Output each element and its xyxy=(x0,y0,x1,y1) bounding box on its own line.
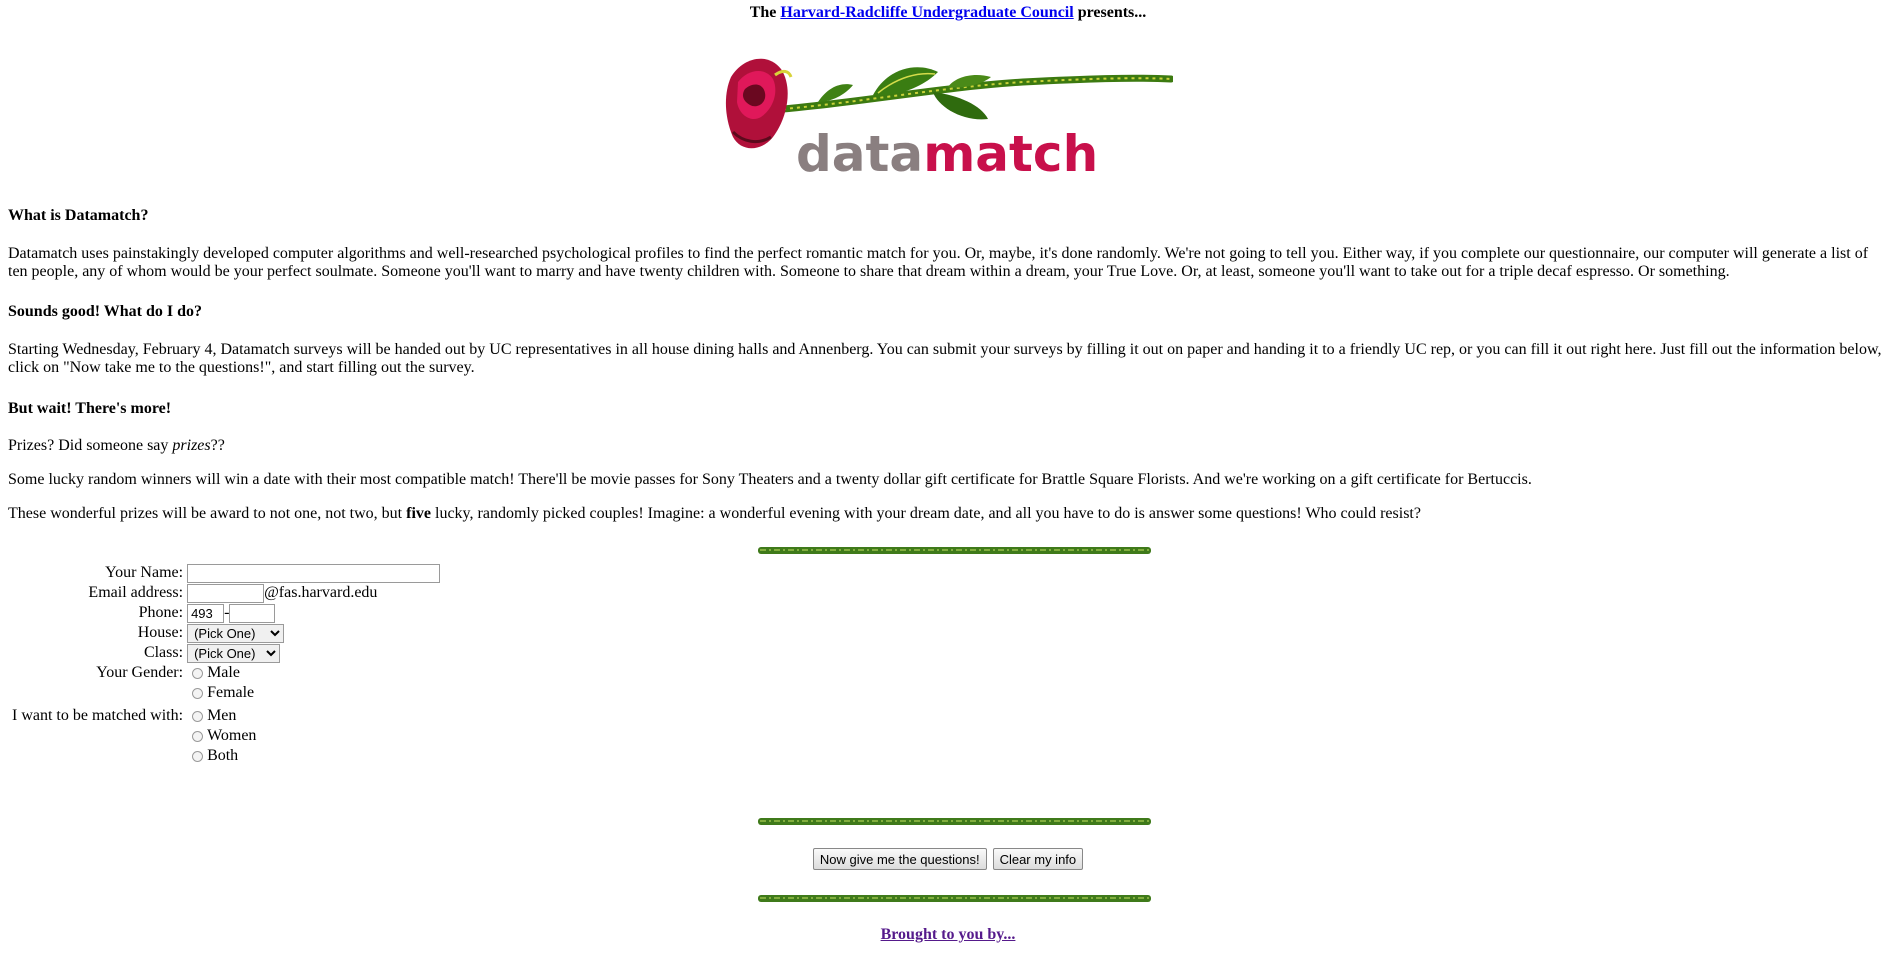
stem-divider-top xyxy=(758,547,1151,554)
intro-prefix: The xyxy=(749,4,777,21)
questions-button[interactable]: Now give me the questions! xyxy=(812,848,987,870)
profile-form: Your Name: Email address: @fas.harvard.e… xyxy=(8,563,442,766)
gender-label-male: Male xyxy=(207,664,240,681)
page: The Harvard-Radcliffe Undergraduate Coun… xyxy=(8,0,1888,943)
radio-female[interactable] xyxy=(192,687,204,699)
prizes-emphasis: prizes xyxy=(172,437,211,454)
match-label-men: Men xyxy=(207,707,237,724)
prizes-question-a: Prizes? Did someone say xyxy=(8,437,173,454)
rose-logo-icon: datamatch xyxy=(725,58,1173,182)
name-input[interactable] xyxy=(187,563,441,583)
logo-word-data: datamatch xyxy=(796,125,1098,182)
email-input[interactable] xyxy=(187,583,265,603)
class-label: Class: xyxy=(143,644,184,661)
heading-what-is: What is Datamatch? xyxy=(8,207,149,224)
form-buttons: Now give me the questions! Clear my info xyxy=(8,848,1888,870)
house-select[interactable]: (Pick One) xyxy=(187,623,285,643)
gender-label: Your Gender: xyxy=(96,664,184,681)
match-option-women[interactable]: Women xyxy=(187,726,440,746)
class-row: Class: (Pick One) xyxy=(8,643,442,663)
gender-label-female: Female xyxy=(207,684,255,701)
house-label: House: xyxy=(137,624,184,641)
match-label: I want to be matched with: xyxy=(12,707,184,724)
council-link[interactable]: Harvard-Radcliffe Undergraduate Council xyxy=(780,4,1073,21)
radio-women[interactable] xyxy=(192,730,204,742)
prizes-question-b: ?? xyxy=(210,437,225,454)
radio-both[interactable] xyxy=(192,750,204,762)
gender-row: Your Gender: Male Female xyxy=(8,663,442,703)
name-label: Your Name: xyxy=(105,564,184,581)
match-row: I want to be matched with: Men Women Bot… xyxy=(8,703,442,766)
prizes-line3-c: lucky, randomly picked couples! Imagine:… xyxy=(431,505,1421,522)
footer: Brought to you by... xyxy=(8,926,1888,944)
email-row: Email address: @fas.harvard.edu xyxy=(8,583,442,603)
radio-men[interactable] xyxy=(192,710,204,722)
paragraph-what-is: Datamatch uses painstakingly developed c… xyxy=(8,245,1869,280)
prizes-five: five xyxy=(406,505,431,522)
email-label: Email address: xyxy=(88,584,184,601)
radio-male[interactable] xyxy=(192,667,204,679)
prizes-five-couples: These wonderful prizes will be award to … xyxy=(8,505,1888,523)
paragraph-what-do: Starting Wednesday, February 4, Datamatc… xyxy=(8,341,1882,376)
phone-prefix-input[interactable] xyxy=(187,603,225,623)
intro-line: The Harvard-Radcliffe Undergraduate Coun… xyxy=(8,3,1888,22)
match-option-both[interactable]: Both xyxy=(187,746,440,766)
gender-option-male[interactable]: Male xyxy=(187,663,440,683)
match-label-women: Women xyxy=(207,727,257,744)
house-row: House: (Pick One) xyxy=(8,623,442,643)
heading-more: But wait! There's more! xyxy=(8,400,172,417)
stem-divider-middle xyxy=(758,818,1151,825)
clear-button[interactable]: Clear my info xyxy=(992,848,1084,870)
name-row: Your Name: xyxy=(8,563,442,583)
intro-suffix: presents... xyxy=(1077,4,1147,21)
stem-divider-bottom xyxy=(758,895,1151,902)
prizes-description: Some lucky random winners will win a dat… xyxy=(8,471,1532,488)
phone-input[interactable] xyxy=(229,603,276,623)
gender-option-female[interactable]: Female xyxy=(187,683,440,703)
datamatch-logo: datamatch xyxy=(8,47,1888,182)
match-label-both: Both xyxy=(207,747,239,764)
prizes-question: Prizes? Did someone say prizes?? xyxy=(8,437,1888,455)
class-select[interactable]: (Pick One) xyxy=(187,643,281,663)
email-domain: @fas.harvard.edu xyxy=(264,584,378,601)
phone-label: Phone: xyxy=(138,604,184,621)
heading-what-do: Sounds good! What do I do? xyxy=(8,303,203,320)
match-option-men[interactable]: Men xyxy=(187,706,440,726)
brought-by-link[interactable]: Brought to you by... xyxy=(881,926,1016,943)
phone-row: Phone: - xyxy=(8,603,442,623)
prizes-line3-a: These wonderful prizes will be award to … xyxy=(8,505,407,522)
